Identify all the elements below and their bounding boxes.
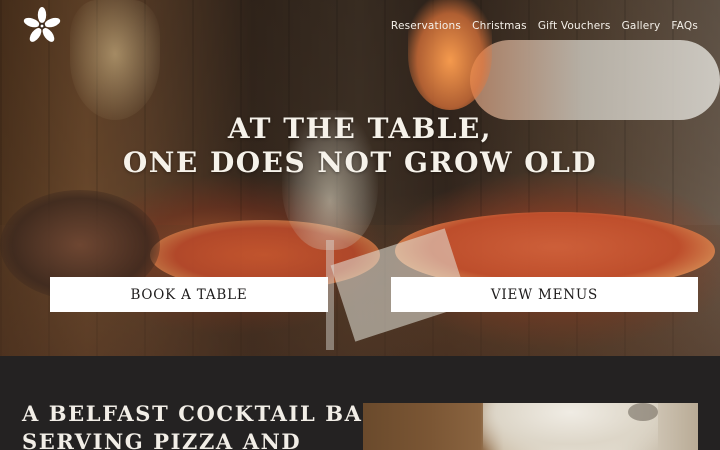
nav-gallery[interactable]: Gallery xyxy=(622,20,661,32)
hero-photo-arm xyxy=(470,40,720,120)
view-menus-button[interactable]: VIEW MENUS xyxy=(391,277,698,312)
hero-headline: AT THE TABLE, ONE DOES NOT GROW OLD xyxy=(0,112,720,180)
main-nav: Reservations Christmas Gift Vouchers Gal… xyxy=(391,20,698,32)
nav-gift-vouchers[interactable]: Gift Vouchers xyxy=(538,20,611,32)
about-tagline-line-1: A BELFAST COCKTAIL BAR xyxy=(22,401,382,426)
about-section: A BELFAST COCKTAIL BAR SERVING PIZZA AND xyxy=(0,356,720,450)
logo-icon[interactable] xyxy=(22,6,62,46)
hero-section: Reservations Christmas Gift Vouchers Gal… xyxy=(0,0,720,356)
book-a-table-button[interactable]: BOOK A TABLE xyxy=(50,277,328,312)
about-tagline: A BELFAST COCKTAIL BAR SERVING PIZZA AND xyxy=(22,400,382,450)
about-photo xyxy=(363,403,698,450)
nav-reservations[interactable]: Reservations xyxy=(391,20,461,32)
hero-photo-cocktail-glass xyxy=(408,0,492,110)
hero-photo-wine-glass-left xyxy=(70,0,160,120)
hero-headline-line-2: ONE DOES NOT GROW OLD xyxy=(122,146,598,179)
hero-headline-line-1: AT THE TABLE, xyxy=(227,112,493,145)
nav-christmas[interactable]: Christmas xyxy=(472,20,527,32)
about-tagline-line-2: SERVING PIZZA AND xyxy=(22,429,302,450)
about-photo-detail xyxy=(628,403,658,421)
nav-faqs[interactable]: FAQs xyxy=(671,20,698,32)
